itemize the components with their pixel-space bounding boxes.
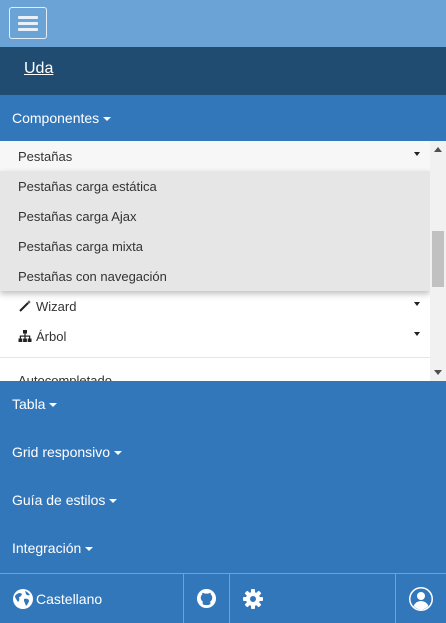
dropdown-item-arbol[interactable]: Árbol <box>0 321 430 351</box>
dropdown-scrollbar[interactable] <box>430 141 446 381</box>
scroll-up-arrow-icon[interactable] <box>434 147 442 152</box>
submenu-item[interactable]: Pestañas con navegación <box>0 261 430 291</box>
nav-guia-label: Guía de estilos <box>12 492 106 508</box>
globe-icon <box>13 589 33 609</box>
nav-integracion-label: Integración <box>12 540 82 556</box>
dropdown-item-label: Pestañas <box>18 149 73 164</box>
dropdown-item-label: Autocompletado <box>18 373 112 381</box>
github-icon <box>196 588 217 609</box>
dropdown-item-autocompletado[interactable]: Autocompletado <box>0 367 430 381</box>
footer-bar: Castellano <box>0 573 446 623</box>
gear-icon <box>243 589 263 609</box>
hamburger-line <box>18 22 38 25</box>
brand-link[interactable]: Uda <box>24 60 53 78</box>
language-selector[interactable]: Castellano <box>0 574 184 623</box>
dropdown-item-label: Árbol <box>36 329 67 344</box>
caret-down-icon <box>49 403 58 408</box>
caret-down-icon <box>103 117 112 122</box>
nav-grid-label: Grid responsivo <box>12 444 111 460</box>
scrollbar-thumb[interactable] <box>432 231 444 287</box>
user-account-button[interactable] <box>395 574 446 623</box>
sitemap-icon <box>18 330 32 342</box>
hamburger-line <box>18 28 38 31</box>
caret-down-icon <box>114 451 123 456</box>
dropdown-divider <box>0 357 430 358</box>
submenu-item-label: Pestañas carga estática <box>18 179 157 194</box>
nav-componentes-label: Componentes <box>12 110 100 126</box>
brand-bar: Uda <box>0 47 446 95</box>
nav-componentes[interactable]: Componentes <box>0 95 446 143</box>
dropdown-item-label: Wizard <box>36 299 77 314</box>
submenu-item-label: Pestañas carga mixta <box>18 239 144 254</box>
submenu-item-label: Pestañas con navegación <box>18 269 167 284</box>
nav-tabla[interactable]: Tabla <box>0 381 446 429</box>
caret-down-icon <box>109 499 118 504</box>
settings-button[interactable] <box>230 574 276 623</box>
nav-guia-estilos[interactable]: Guía de estilos <box>0 477 446 525</box>
hamburger-line <box>18 16 38 19</box>
magic-wand-icon <box>19 300 31 312</box>
submenu-item[interactable]: Pestañas carga mixta <box>0 231 430 261</box>
caret-down-icon <box>85 547 94 552</box>
caret-down-icon <box>414 152 420 156</box>
nav-grid-responsivo[interactable]: Grid responsivo <box>0 429 446 477</box>
github-button[interactable] <box>184 574 230 623</box>
menu-toggle-button[interactable] <box>9 7 47 39</box>
caret-down-icon <box>414 302 420 306</box>
top-bar <box>0 0 446 47</box>
user-icon <box>409 587 433 611</box>
submenu-item[interactable]: Pestañas carga estática <box>0 171 430 201</box>
dropdown-item-wizard[interactable]: Wizard <box>0 291 430 321</box>
componentes-dropdown: Pestañas Pestañas carga estática Pestaña… <box>0 141 446 381</box>
nav-tabla-label: Tabla <box>12 396 46 412</box>
submenu-item[interactable]: Pestañas carga Ajax <box>0 201 430 231</box>
submenu-item-label: Pestañas carga Ajax <box>18 209 137 224</box>
nav-integracion[interactable]: Integración <box>0 525 446 573</box>
language-label: Castellano <box>36 591 103 607</box>
dropdown-item-pestanas[interactable]: Pestañas <box>0 141 430 171</box>
caret-down-icon <box>414 332 420 336</box>
scroll-down-arrow-icon[interactable] <box>434 370 442 375</box>
